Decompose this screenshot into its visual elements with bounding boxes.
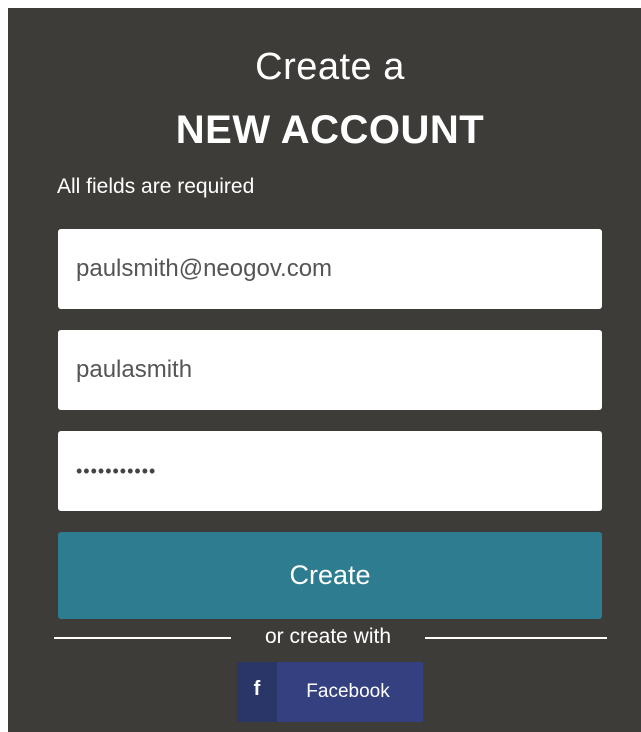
facebook-label: Facebook: [306, 681, 390, 702]
facebook-button[interactable]: f Facebook: [237, 662, 423, 722]
email-field[interactable]: [58, 229, 602, 309]
required-note: All fields are required: [57, 175, 255, 198]
divider-right: [425, 637, 607, 639]
divider-text: or create with: [264, 625, 392, 648]
title-create-a: Create a: [255, 46, 405, 88]
password-field[interactable]: •••••••••••: [58, 431, 602, 511]
username-field[interactable]: [58, 330, 602, 410]
facebook-icon-box: f: [237, 662, 277, 722]
title-new-account: NEW ACCOUNT: [175, 108, 485, 152]
facebook-icon: f: [253, 677, 261, 700]
password-mask: •••••••••••: [76, 460, 157, 481]
create-button[interactable]: Create: [58, 532, 602, 619]
divider-left: [54, 637, 231, 639]
